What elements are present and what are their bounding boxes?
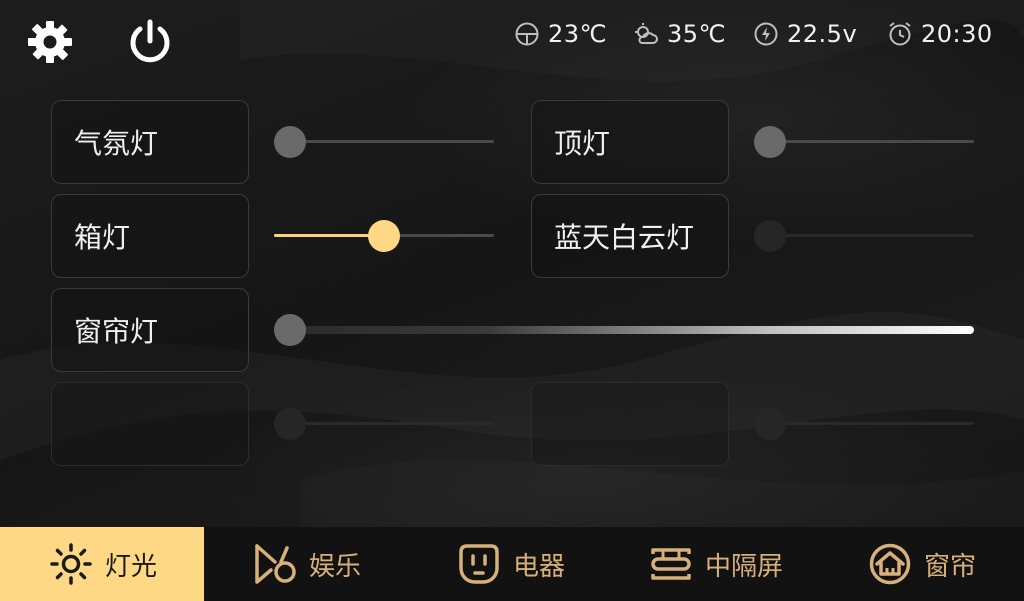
slider-empty-right <box>754 408 974 440</box>
sun-icon <box>50 543 92 585</box>
nav-tab-appliances[interactable]: 电器 <box>408 527 612 601</box>
voltage-value: 22.5v <box>787 20 858 48</box>
slider-empty-left <box>274 408 494 440</box>
slider-sky[interactable] <box>754 220 974 252</box>
light-card-cabinet[interactable]: 箱灯 <box>51 194 249 278</box>
steering-wheel-icon <box>515 22 539 46</box>
slider-cabinet[interactable] <box>274 220 494 252</box>
slider-ambient[interactable] <box>274 126 494 158</box>
nav-label-partition: 中隔屏 <box>704 551 783 582</box>
nav-tab-entertainment[interactable]: 娱乐 <box>204 527 408 601</box>
clock-value: 20:30 <box>921 20 993 48</box>
slider-thumb[interactable] <box>274 314 306 346</box>
light-label-curtain: 窗帘灯 <box>74 315 159 348</box>
nav-tab-curtain[interactable]: 窗帘 <box>818 527 1024 601</box>
lightning-icon <box>754 22 778 46</box>
slider-ceiling[interactable] <box>754 126 974 158</box>
slider-track <box>274 422 494 425</box>
nav-tab-lighting[interactable]: 灯光 <box>0 527 204 601</box>
slider-track <box>274 140 494 143</box>
nav-tab-partition[interactable]: 中隔屏 <box>612 527 818 601</box>
slider-thumb <box>274 408 306 440</box>
slider-thumb <box>754 408 786 440</box>
nav-label-curtain: 窗帘 <box>923 551 976 582</box>
slider-thumb[interactable] <box>754 126 786 158</box>
slider-track <box>754 234 974 237</box>
power-icon[interactable] <box>126 17 174 65</box>
light-card-curtain[interactable]: 窗帘灯 <box>51 288 249 372</box>
light-card-sky[interactable]: 蓝天白云灯 <box>531 194 729 278</box>
inside-temperature-value: 23℃ <box>548 20 607 48</box>
light-card-ambient[interactable]: 气氛灯 <box>51 100 249 184</box>
nav-label-lighting: 灯光 <box>104 551 157 582</box>
light-label-cabinet: 箱灯 <box>74 221 131 254</box>
status-outside-temperature: 35℃ <box>633 16 726 52</box>
app-screen: 23℃ 35℃ 22.5v 20:30 气氛灯 顶灯 箱灯 蓝天白云灯 窗帘灯 … <box>0 0 1024 601</box>
partition-icon <box>651 548 691 580</box>
slider-thumb[interactable] <box>274 126 306 158</box>
status-clock: 20:30 <box>887 16 993 52</box>
socket-icon <box>459 544 499 584</box>
light-card-empty-left <box>51 382 249 466</box>
bottom-nav: 灯光 娱乐 电器 中隔屏 窗帘 <box>0 527 1024 601</box>
slider-curtain[interactable] <box>274 314 974 346</box>
slider-track <box>754 422 974 425</box>
media-icon <box>255 544 296 584</box>
outside-temperature-value: 35℃ <box>667 20 726 48</box>
status-inside-temperature: 23℃ <box>514 16 607 52</box>
slider-track <box>754 140 974 143</box>
weather-icon <box>635 23 658 44</box>
light-label-ambient: 气氛灯 <box>74 127 159 160</box>
status-voltage: 22.5v <box>753 16 857 52</box>
alarm-clock-icon <box>889 22 911 46</box>
light-card-empty-right <box>531 382 729 466</box>
slider-track <box>274 326 974 334</box>
light-card-ceiling[interactable]: 顶灯 <box>531 100 729 184</box>
light-label-ceiling: 顶灯 <box>554 127 611 160</box>
slider-thumb[interactable] <box>754 220 786 252</box>
settings-gear-icon[interactable] <box>26 19 74 65</box>
nav-label-entertainment: 娱乐 <box>308 551 361 582</box>
curtain-icon <box>869 543 911 585</box>
light-label-sky: 蓝天白云灯 <box>554 221 695 254</box>
nav-label-appliances: 电器 <box>512 551 565 582</box>
slider-thumb[interactable] <box>368 220 400 252</box>
